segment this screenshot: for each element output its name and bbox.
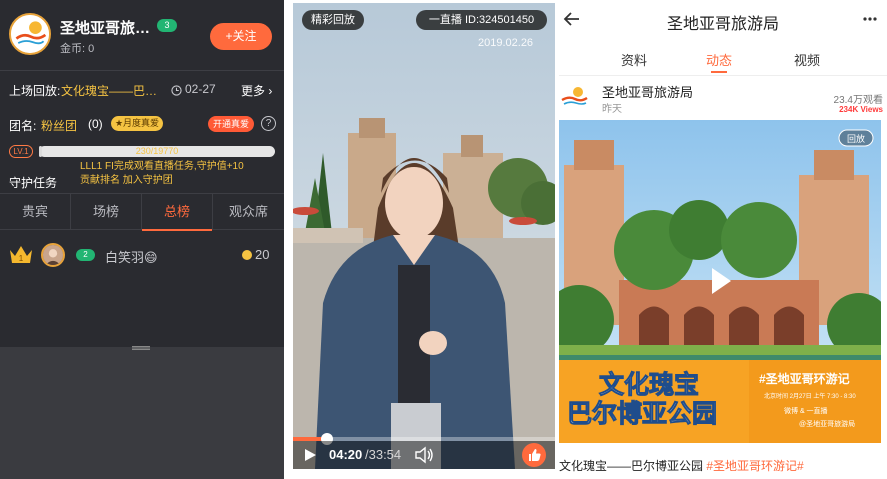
app-root: 圣地亚哥旅… 3 金币: 0 +关注 上场回放: 文化瑰宝——巴… 02-27 … bbox=[0, 0, 887, 479]
post-author-name[interactable]: 圣地亚哥旅游局 bbox=[602, 82, 693, 101]
page-title: 圣地亚哥旅游局 bbox=[666, 16, 779, 33]
tab-total-rank[interactable]: 总榜 bbox=[142, 194, 213, 231]
level-progress-text: 230/19770 bbox=[135, 146, 179, 156]
replay-title[interactable]: 文化瑰宝——巴… bbox=[61, 82, 157, 99]
rank-tabs: 贵宾 场榜 总榜 观众席 bbox=[0, 193, 284, 231]
user-level-badge: LV.1 bbox=[9, 145, 33, 158]
mobile-profile-panel: 圣地亚哥旅游局 资料 动态 视频 圣地亚哥旅游局 昨天 23.4万观看 234K… bbox=[559, 0, 887, 479]
overlay-hashtag: #圣地亚哥环游记 bbox=[759, 371, 850, 386]
crown-icon: 1 bbox=[10, 246, 32, 263]
post-time: 昨天 bbox=[602, 104, 622, 115]
more-link[interactable]: 更多 › bbox=[241, 82, 272, 99]
overlay-platforms: 微博 & 一直播 bbox=[784, 406, 828, 415]
overlay-title-line2: 巴尔博亚公园 bbox=[567, 399, 717, 428]
tab-profile[interactable]: 资料 bbox=[621, 50, 647, 69]
post-caption-hashtag[interactable]: #圣地亚哥环游记# bbox=[706, 459, 803, 473]
more-options-icon[interactable] bbox=[863, 17, 877, 21]
coin-icon bbox=[242, 250, 252, 260]
post-video-thumbnail[interactable]: 回放 文化瑰宝 巴尔博亚公园 #圣地亚哥环游记 北京时间 2月27日 上午 7:… bbox=[559, 120, 881, 443]
post-author-avatar[interactable] bbox=[559, 82, 589, 112]
san-diego-logo-icon bbox=[561, 87, 588, 105]
video-date: 2019.02.26 bbox=[478, 37, 534, 49]
host-logo[interactable] bbox=[9, 13, 51, 55]
tab-session-rank[interactable]: 场榜 bbox=[71, 194, 142, 230]
video-frame bbox=[293, 3, 555, 469]
rank-list-item[interactable]: 1 2 白笑羽😄 20 bbox=[0, 240, 284, 270]
volume-icon[interactable] bbox=[414, 446, 434, 464]
chevron-right-icon: › bbox=[268, 84, 273, 98]
current-time: 04:20 bbox=[329, 447, 363, 462]
drag-handle-icon[interactable] bbox=[132, 345, 150, 351]
host-name: 圣地亚哥旅… bbox=[60, 20, 151, 37]
user-score: 20 bbox=[255, 247, 270, 262]
replay-date: 02-27 bbox=[185, 82, 216, 96]
fan-club-count: (0) bbox=[88, 117, 103, 131]
open-love-button[interactable]: 开通真爱 bbox=[208, 116, 254, 132]
avatar[interactable] bbox=[41, 243, 65, 267]
active-tab-indicator bbox=[711, 71, 727, 73]
fan-club-label: 团名: bbox=[9, 119, 37, 133]
video-player[interactable]: 精彩回放 一直播 ID:324501450 2019.02.26 04:20 /… bbox=[293, 3, 555, 469]
monthly-love-badge: ★月度真爱 bbox=[111, 116, 163, 131]
live-id-badge: 一直播 ID:324501450 bbox=[416, 10, 547, 30]
help-icon[interactable]: ? bbox=[261, 116, 276, 131]
more-label: 更多 bbox=[241, 84, 266, 98]
post-caption: 文化瑰宝——巴尔博亚公园 #圣地亚哥环游记# bbox=[559, 457, 804, 474]
divider bbox=[0, 70, 284, 71]
tab-vip[interactable]: 贵宾 bbox=[0, 194, 71, 230]
tab-feed[interactable]: 动态 bbox=[706, 50, 732, 69]
host-info-panel: 圣地亚哥旅… 3 金币: 0 +关注 上场回放: 文化瑰宝——巴… 02-27 … bbox=[0, 0, 284, 347]
fan-club-name: 粉丝团 bbox=[41, 119, 78, 133]
follow-button[interactable]: +关注 bbox=[210, 23, 272, 50]
rank-number: 1 bbox=[19, 254, 24, 263]
video-controls: 04:20 /33:54 bbox=[293, 441, 555, 469]
post-image-art: 回放 文化瑰宝 巴尔博亚公园 #圣地亚哥环游记 北京时间 2月27日 上午 7:… bbox=[559, 120, 881, 443]
tab-audience[interactable]: 观众席 bbox=[213, 194, 284, 230]
post-caption-text: 文化瑰宝——巴尔博亚公园 bbox=[559, 459, 707, 473]
host-coins: 金币: 0 bbox=[60, 43, 95, 55]
post-views-en: 234K Views bbox=[839, 105, 883, 114]
guard-task-ticker: LLL1 FI完成观看直播任务,守护值+10 贡献排名 加入守护团 bbox=[80, 160, 276, 188]
replay-badge: 精彩回放 bbox=[302, 10, 364, 30]
overlay-time: 北京时间 2月27日 上午 7:30 - 8:30 bbox=[764, 392, 856, 400]
fan-club-row: 团名: 粉丝团 (0) ★月度真爱 开通真爱 ? bbox=[9, 115, 277, 135]
clock-icon bbox=[171, 85, 182, 96]
san-diego-logo-icon bbox=[11, 15, 49, 53]
guard-task-label: 守护任务 bbox=[9, 176, 58, 190]
guard-task-line: LLL1 FI完成观看直播任务,守护值+10 bbox=[80, 161, 244, 172]
overlay-account: @圣地亚哥旅游局 bbox=[799, 419, 855, 428]
host-level-badge: 3 bbox=[157, 19, 177, 32]
like-button[interactable] bbox=[522, 443, 546, 467]
user-level-badge: 2 bbox=[76, 249, 95, 261]
left-panel: 圣地亚哥旅… 3 金币: 0 +关注 上场回放: 文化瑰宝——巴… 02-27 … bbox=[0, 0, 284, 479]
last-replay-row[interactable]: 上场回放: 文化瑰宝——巴… 02-27 更多 › bbox=[9, 82, 277, 100]
guard-task-line: 贡献排名 加入守护团 bbox=[80, 175, 173, 186]
user-avatar-icon bbox=[43, 245, 63, 265]
image-replay-badge: 回放 bbox=[847, 133, 865, 144]
total-time: /33:54 bbox=[365, 447, 402, 462]
replay-prefix: 上场回放: bbox=[9, 84, 61, 98]
user-name: 白笑羽😄 bbox=[105, 250, 158, 265]
thumbs-up-icon bbox=[529, 449, 541, 461]
play-icon[interactable] bbox=[303, 448, 317, 462]
post-views: 23.4万观看 bbox=[833, 95, 883, 106]
profile-tabs: 资料 动态 视频 bbox=[559, 46, 887, 76]
tab-videos[interactable]: 视频 bbox=[794, 50, 820, 69]
overlay-title-line1: 文化瑰宝 bbox=[599, 370, 699, 399]
